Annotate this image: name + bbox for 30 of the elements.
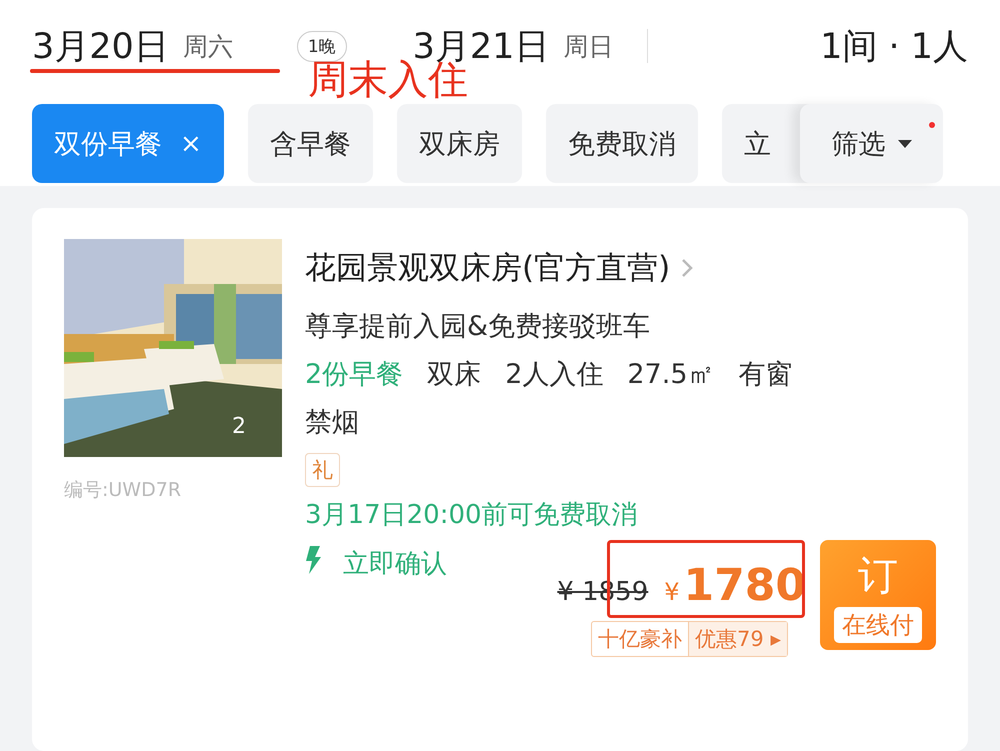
filter-chip[interactable]: 双份早餐 × <box>32 104 224 183</box>
payment-label: 在线付 <box>834 607 922 643</box>
cancellation-policy: 3月17日20:00前可免费取消 <box>305 499 639 532</box>
room-feature: 2份早餐 <box>305 358 404 392</box>
room-feature: 禁烟 <box>305 406 359 440</box>
caret-icon <box>898 140 912 148</box>
room-feature: 双床 <box>427 358 482 392</box>
instant-confirmation: 立即确认 <box>343 548 447 581</box>
nights-badge: 1晚 <box>296 30 347 62</box>
filter-chip[interactable]: 免费取消 <box>546 104 698 183</box>
photo-count: 2 <box>232 414 246 439</box>
room-title[interactable]: 花园景观双床房(官方直营) <box>305 247 670 289</box>
rooms-guests-selector[interactable]: 1间 · 1人 <box>820 22 968 70</box>
check-out-weekday: 周日 <box>563 30 614 62</box>
filter-chip[interactable]: 双床房 <box>396 104 522 183</box>
room-price: 1780 <box>684 560 806 611</box>
filter-chip[interactable]: 含早餐 <box>248 104 373 183</box>
room-perk: 尊享提前入园&免费接驳班车 <box>305 310 652 344</box>
room-feature: 2人入住 <box>505 358 604 392</box>
room-code: 编号:UWD7R <box>64 478 182 503</box>
lightning-icon <box>305 546 321 574</box>
room-feature: 有窗 <box>738 358 792 392</box>
check-in-weekday: 周六 <box>182 30 233 62</box>
check-in-date[interactable]: 3月20日 <box>32 22 169 70</box>
filter-button[interactable]: 筛选 <box>800 104 943 183</box>
currency-symbol: ¥ <box>664 578 680 606</box>
gift-tag: 礼 <box>305 453 340 487</box>
room-feature: 27.5㎡ <box>627 358 714 392</box>
close-icon[interactable]: × <box>180 128 202 158</box>
chevron-icon[interactable] <box>680 257 694 279</box>
